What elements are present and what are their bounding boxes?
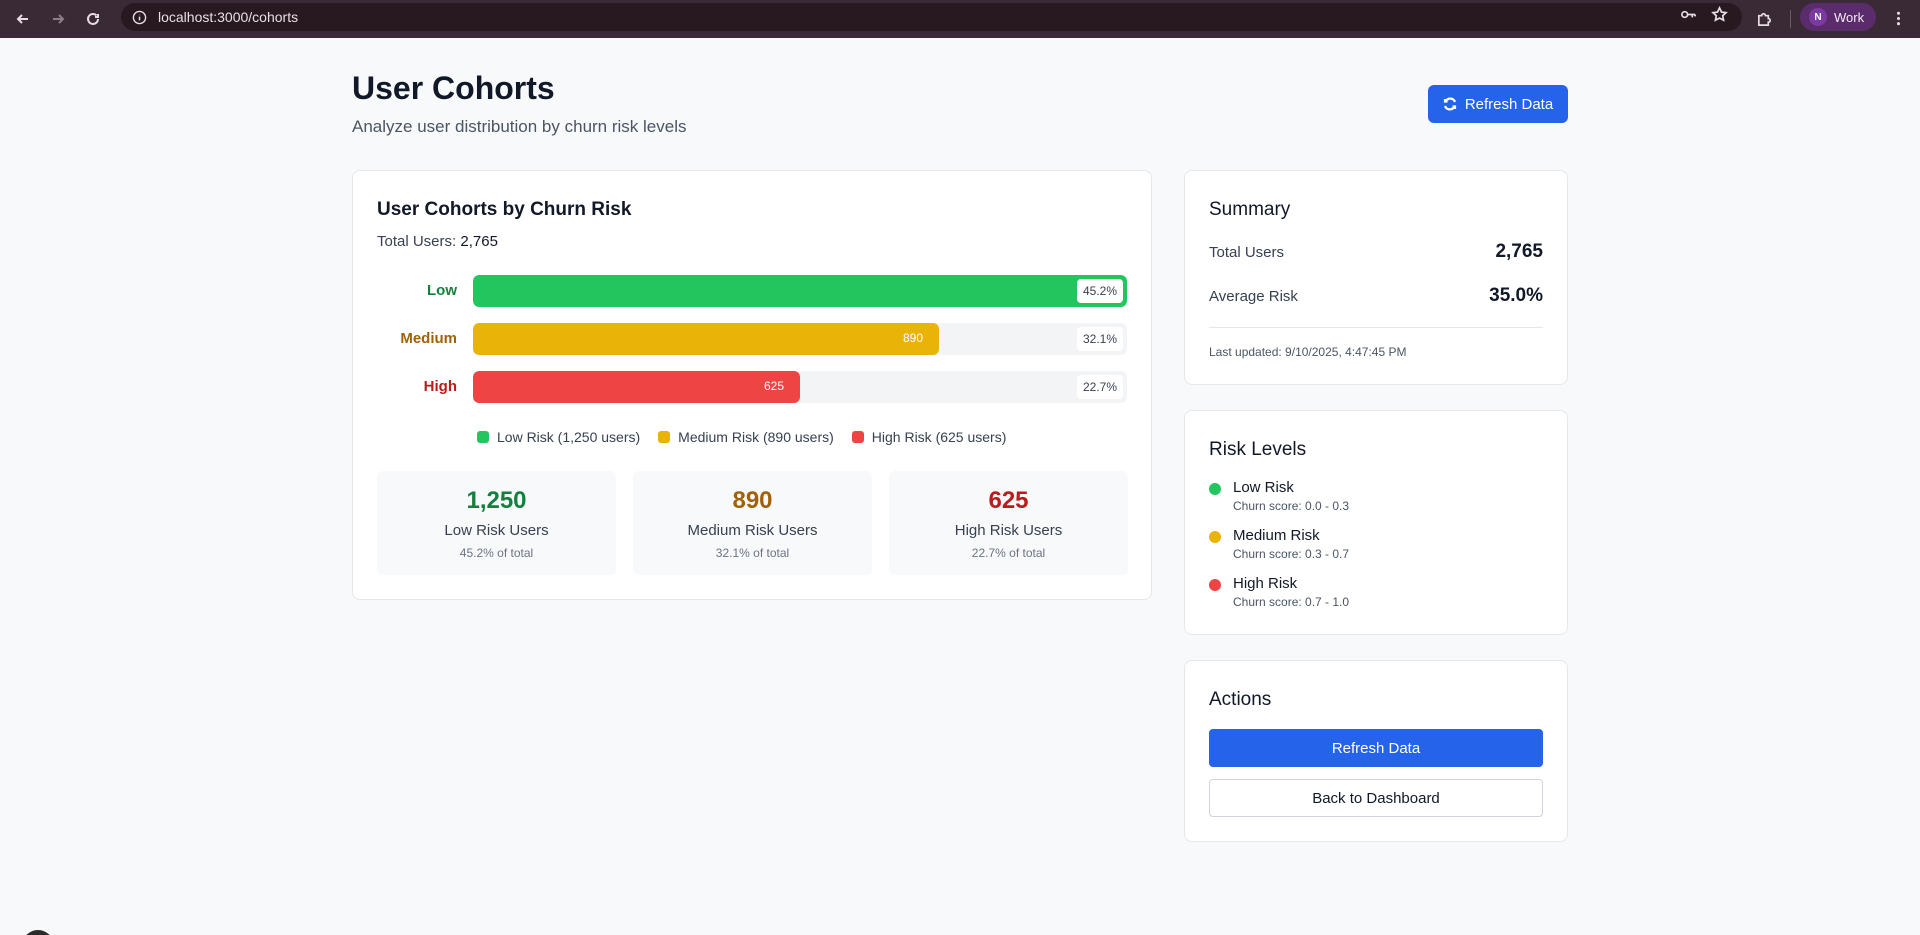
- bar-track: 890 32.1%: [473, 323, 1127, 355]
- bar-fill[interactable]: [473, 275, 1127, 307]
- risk-level-score: Churn score: 0.0 - 0.3: [1233, 499, 1350, 513]
- floating-dev-badge[interactable]: [22, 930, 54, 935]
- stat-label: Low Risk Users: [444, 522, 549, 539]
- bar-row-medium: Medium 890 32.1%: [377, 323, 1129, 355]
- stat-percent: 45.2% of total: [459, 546, 534, 560]
- total-users-label: Total Users:: [377, 233, 457, 250]
- bar-percent-label: 32.1%: [1076, 327, 1123, 351]
- stat-label: Medium Risk Users: [687, 522, 818, 539]
- profile-name: Work: [1834, 9, 1865, 25]
- bookmark-star-icon[interactable]: [1711, 5, 1728, 28]
- legend-item: High Risk (625 users): [851, 429, 1007, 445]
- bar-category-label: Low: [427, 282, 457, 299]
- actions-card: Actions Refresh Data Back to Dashboard: [1184, 660, 1568, 842]
- refresh-data-button[interactable]: Refresh Data: [1428, 85, 1568, 123]
- legend-item: Medium Risk (890 users): [658, 429, 834, 445]
- bar-count-label: 625: [764, 379, 785, 393]
- summary-total-users-label: Total Users: [1209, 243, 1285, 261]
- forward-arrow-icon[interactable]: [46, 7, 70, 31]
- site-info-icon[interactable]: [130, 8, 148, 26]
- stat-percent: 32.1% of total: [715, 546, 790, 560]
- page-subtitle: Analyze user distribution by churn risk …: [352, 117, 687, 136]
- url-text: localhost:3000/cohorts: [158, 9, 299, 25]
- risk-level-name: High Risk: [1233, 575, 1298, 592]
- page-title: User Cohorts: [352, 70, 555, 106]
- stat-value: 625: [988, 487, 1029, 514]
- medium-risk-stat-box: 890 Medium Risk Users 32.1% of total: [633, 471, 872, 575]
- legend-label: Low Risk (1,250 users): [497, 429, 641, 445]
- bar-category-label: Medium: [400, 330, 457, 347]
- bar-track: 45.2%: [473, 275, 1127, 307]
- summary-average-risk-value: 35.0%: [1489, 285, 1543, 306]
- legend-item: Low Risk (1,250 users): [477, 429, 640, 445]
- cohorts-chart-card: User Cohorts by Churn Risk Total Users: …: [352, 170, 1152, 600]
- stat-value: 1,250: [466, 487, 527, 514]
- risk-level-score: Churn score: 0.3 - 0.7: [1233, 547, 1350, 561]
- risk-level-name: Low Risk: [1233, 479, 1294, 496]
- back-to-dashboard-button[interactable]: Back to Dashboard: [1209, 779, 1543, 817]
- back-arrow-icon[interactable]: [11, 7, 35, 31]
- last-updated-text: Last updated: 9/10/2025, 4:47:45 PM: [1209, 345, 1407, 359]
- actions-refresh-data-button[interactable]: Refresh Data: [1209, 729, 1543, 767]
- legend-label: Medium Risk (890 users): [678, 429, 834, 445]
- bar-track: 625 22.7%: [473, 371, 1127, 403]
- legend-label: High Risk (625 users): [871, 429, 1007, 445]
- total-users-line: Total Users: 2,765: [377, 233, 498, 250]
- risk-dot-icon: [1209, 483, 1221, 495]
- risk-level-score: Churn score: 0.7 - 1.0: [1233, 595, 1350, 609]
- bar-category-label: High: [423, 378, 457, 395]
- legend-swatch: [658, 431, 671, 443]
- actions-title: Actions: [1209, 689, 1272, 710]
- risk-dot-icon: [1209, 579, 1221, 591]
- bar-fill[interactable]: [473, 371, 800, 403]
- stat-value: 890: [732, 487, 773, 514]
- summary-total-users-row: Total Users 2,765: [1209, 241, 1543, 263]
- chart-card-title: User Cohorts by Churn Risk: [377, 199, 632, 220]
- chart-legend: Low Risk (1,250 users) Medium Risk (890 u…: [477, 429, 1006, 445]
- refresh-data-label: Refresh Data: [1464, 95, 1554, 113]
- more-vert-icon[interactable]: [1886, 6, 1910, 30]
- bar-percent-label: 22.7%: [1076, 375, 1123, 399]
- profile-button[interactable]: N Work: [1800, 3, 1876, 31]
- extensions-puzzle-icon[interactable]: [1752, 6, 1776, 30]
- bar-fill[interactable]: [473, 323, 939, 355]
- stat-percent: 22.7% of total: [971, 546, 1046, 560]
- legend-swatch: [477, 431, 489, 443]
- profile-avatar: N: [1809, 8, 1827, 26]
- summary-average-risk-label: Average Risk: [1209, 287, 1298, 305]
- refresh-icon: [1443, 97, 1456, 111]
- summary-card: Summary Total Users 2,765 Average Risk 3…: [1184, 170, 1568, 385]
- bar-count-label: 890: [903, 331, 924, 345]
- address-bar[interactable]: localhost:3000/cohorts: [121, 3, 1742, 31]
- password-key-icon[interactable]: [1680, 6, 1697, 28]
- risk-dot-icon: [1209, 531, 1221, 543]
- high-risk-stat-box: 625 High Risk Users 22.7% of total: [889, 471, 1128, 575]
- bar-row-low: Low 45.2%: [377, 275, 1129, 307]
- summary-average-risk-row: Average Risk 35.0%: [1209, 285, 1543, 307]
- bar-percent-label: 45.2%: [1076, 279, 1123, 303]
- reload-icon[interactable]: [81, 7, 105, 31]
- total-users-value: 2,765: [460, 233, 498, 250]
- risk-levels-title: Risk Levels: [1209, 439, 1307, 460]
- toolbar-divider: [1790, 10, 1791, 28]
- browser-toolbar: localhost:3000/cohorts N Work: [0, 0, 1920, 38]
- stat-label: High Risk Users: [954, 522, 1063, 539]
- summary-total-users-value: 2,765: [1495, 241, 1543, 262]
- summary-divider: [1209, 327, 1543, 328]
- low-risk-stat-box: 1,250 Low Risk Users 45.2% of total: [377, 471, 616, 575]
- legend-swatch: [851, 431, 864, 443]
- summary-title: Summary: [1209, 199, 1291, 220]
- risk-levels-card: Risk Levels Low Risk Churn score: 0.0 - …: [1184, 410, 1568, 635]
- risk-level-name: Medium Risk: [1233, 527, 1320, 544]
- bar-row-high: High 625 22.7%: [377, 371, 1129, 403]
